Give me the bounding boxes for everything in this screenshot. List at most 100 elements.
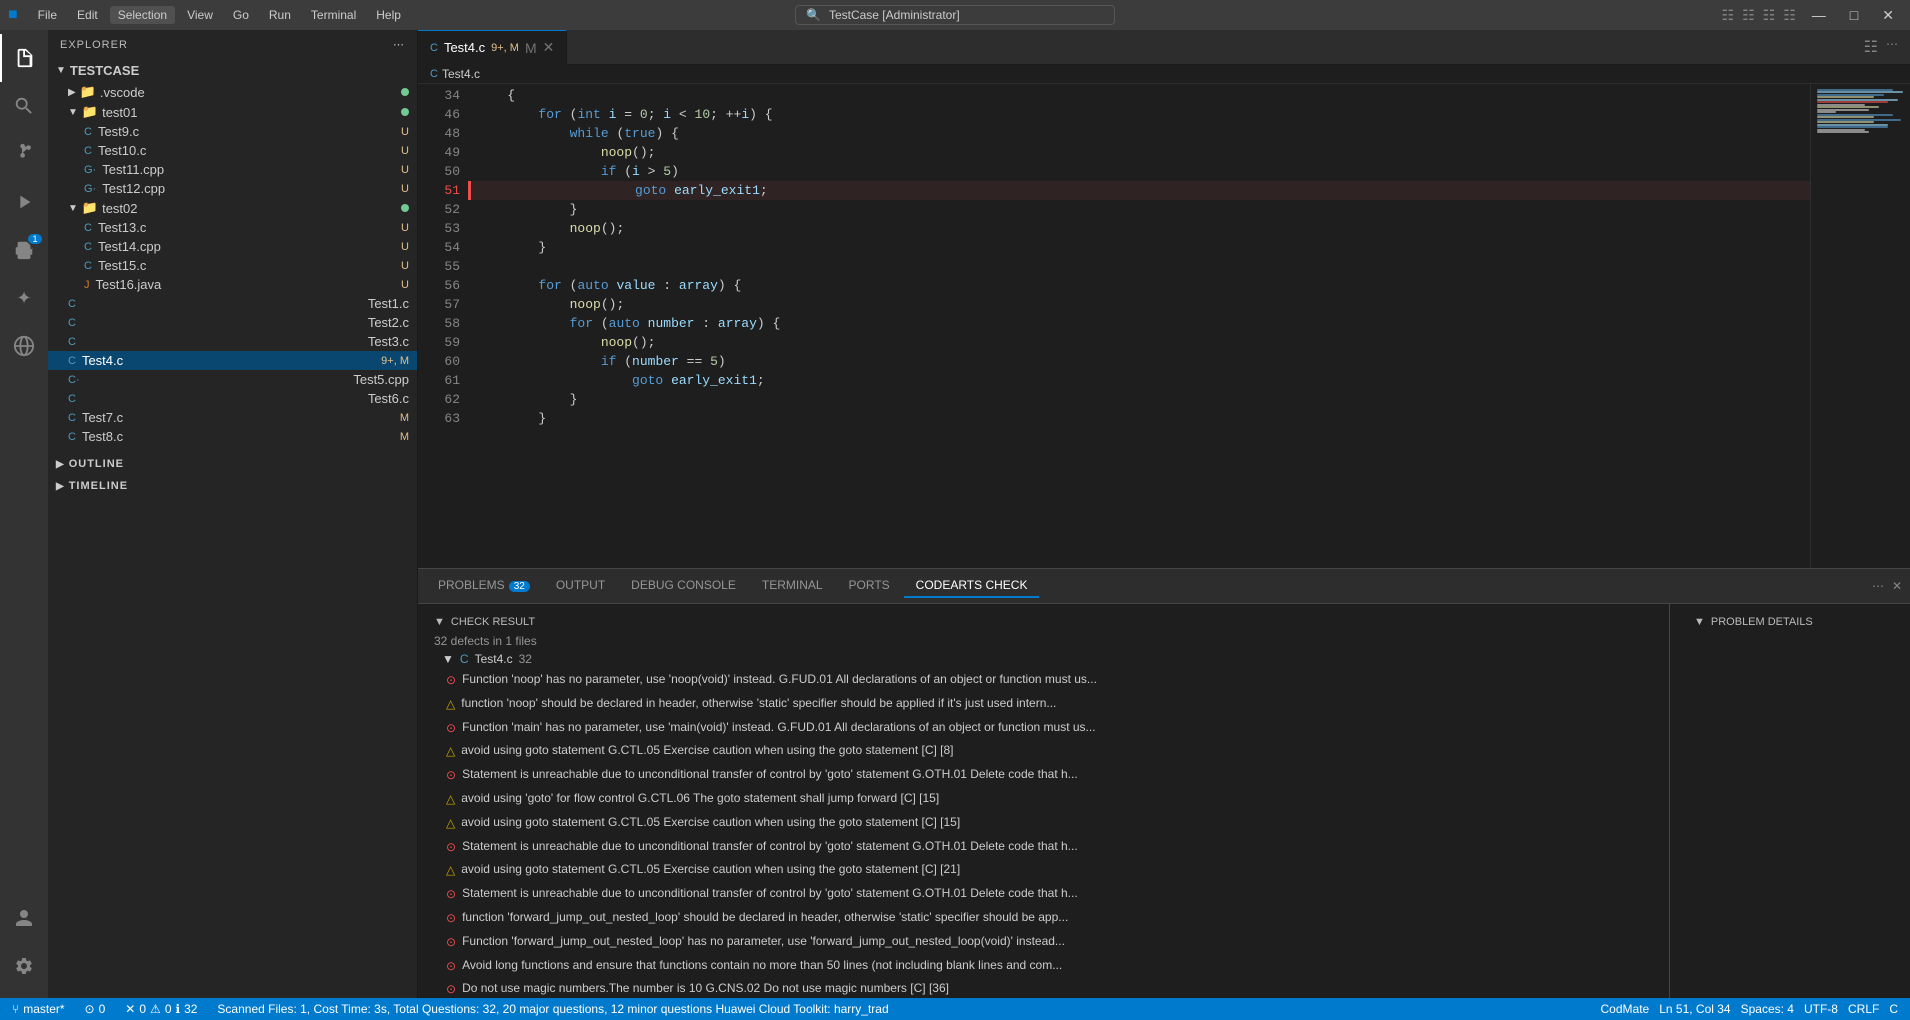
code-editor: 34 46 48 49 50 51 52 53 54 55 56 57 58 5… <box>418 84 1910 568</box>
remote-explorer-icon[interactable] <box>0 322 48 370</box>
sidebar-item-test01[interactable]: ▼ 📁 test01 <box>48 102 417 122</box>
sidebar-item-test4c[interactable]: C Test4.c 9+, M <box>48 351 417 370</box>
sidebar-item-test02[interactable]: ▼ 📁 test02 <box>48 198 417 218</box>
timeline-section[interactable]: ▶ TIMELINE <box>48 476 417 496</box>
sidebar-root-testcase[interactable]: ▼ TESTCASE <box>48 59 417 82</box>
c-file-icon: C <box>430 68 438 80</box>
tab-problems[interactable]: PROBLEMS32 <box>426 574 542 598</box>
problem-item-12[interactable]: ⊙ Function 'forward_jump_out_nested_loop… <box>418 930 1669 954</box>
more-actions-icon[interactable]: ⋯ <box>1886 37 1898 57</box>
tab-close-btn[interactable]: ✕ <box>543 39 555 56</box>
sidebar-item-test8c[interactable]: C Test8.c M <box>48 427 417 446</box>
account-icon[interactable] <box>0 894 48 942</box>
minimize-button[interactable]: — <box>1804 5 1834 25</box>
sidebar-item-test3c[interactable]: C Test3.c <box>48 332 417 351</box>
sidebar-item-test15c[interactable]: C Test15.c U <box>48 256 417 275</box>
statusbar-cursor[interactable]: Ln 51, Col 34 <box>1655 1002 1734 1016</box>
statusbar-encoding[interactable]: UTF-8 <box>1800 1002 1842 1016</box>
sidebar-item-vscode[interactable]: ▶ 📁 .vscode <box>48 82 417 102</box>
menu-go[interactable]: Go <box>225 6 257 24</box>
sidebar-item-test1c[interactable]: C Test1.c <box>48 294 417 313</box>
tab-terminal[interactable]: TERMINAL <box>750 574 835 598</box>
menu-edit[interactable]: Edit <box>69 6 106 24</box>
files-icon[interactable] <box>0 34 48 82</box>
sidebar-item-test9c[interactable]: C Test9.c U <box>48 122 417 141</box>
extensions-icon[interactable]: 1 <box>0 226 48 274</box>
tab-ports[interactable]: PORTS <box>837 574 902 598</box>
code-line-63: } <box>468 409 1810 428</box>
problem-item-13[interactable]: ⊙ Avoid long functions and ensure that f… <box>418 954 1669 978</box>
problem-item-6[interactable]: △ avoid using 'goto' for flow control G.… <box>418 787 1669 811</box>
statusbar-errors[interactable]: ✕ 0 ⚠ 0 ℹ 32 <box>121 1002 201 1016</box>
layout-icon-2[interactable]: ☷ <box>1742 7 1755 24</box>
sidebar-item-test5cpp[interactable]: C· Test5.cpp <box>48 370 417 389</box>
search-text[interactable]: TestCase [Administrator] <box>829 8 960 22</box>
split-editor-icon[interactable]: ☷ <box>1864 37 1878 57</box>
problem-item-2[interactable]: △ function 'noop' should be declared in … <box>418 692 1669 716</box>
sidebar-item-test7c[interactable]: C Test7.c M <box>48 408 417 427</box>
problem-item-7[interactable]: △ avoid using goto statement G.CTL.05 Ex… <box>418 811 1669 835</box>
layout-icon-3[interactable]: ☷ <box>1763 7 1776 24</box>
statusbar-sync[interactable]: ⊙ 0 <box>81 1002 110 1016</box>
statusbar-eol[interactable]: CRLF <box>1844 1002 1883 1016</box>
problem-item-5[interactable]: ⊙ Statement is unreachable due to uncond… <box>418 763 1669 787</box>
code-line-49: noop(); <box>468 143 1810 162</box>
tab-test4c[interactable]: C Test4.c 9+, M M ✕ <box>418 30 567 65</box>
problem-item-14[interactable]: ⊙ Do not use magic numbers.The number is… <box>418 977 1669 998</box>
problem-details-title[interactable]: ▼ PROBLEM DETAILS <box>1678 612 1902 632</box>
menu-selection[interactable]: Selection <box>110 6 175 24</box>
test10c-badge: U <box>401 145 409 157</box>
timeline-label: TIMELINE <box>69 480 128 492</box>
tab-close-icon[interactable]: M <box>525 40 537 56</box>
menu-file[interactable]: File <box>30 6 65 24</box>
settings-icon[interactable] <box>0 942 48 990</box>
sidebar-item-test14cpp[interactable]: C Test14.cpp U <box>48 237 417 256</box>
ai-icon[interactable]: ✦ <box>0 274 48 322</box>
menu-help[interactable]: Help <box>368 6 409 24</box>
tab-codearts-check[interactable]: CODEARTS CHECK <box>904 574 1040 598</box>
problem-item-9[interactable]: △ avoid using goto statement G.CTL.05 Ex… <box>418 858 1669 882</box>
problem-item-8[interactable]: ⊙ Statement is unreachable due to uncond… <box>418 835 1669 859</box>
menu-run[interactable]: Run <box>261 6 299 24</box>
sidebar-item-test13c[interactable]: C Test13.c U <box>48 218 417 237</box>
statusbar-lang[interactable]: C <box>1885 1002 1902 1016</box>
layout-icon-4[interactable]: ☷ <box>1783 7 1796 24</box>
close-button[interactable]: ✕ <box>1874 5 1902 26</box>
sidebar-item-test12cpp[interactable]: G· Test12.cpp U <box>48 179 417 198</box>
chevron-right-icon: ▶ <box>56 459 65 470</box>
problem-item-10[interactable]: ⊙ Statement is unreachable due to uncond… <box>418 882 1669 906</box>
statusbar-spaces[interactable]: Spaces: 4 <box>1737 1002 1798 1016</box>
file-group-test4c[interactable]: ▼ C Test4.c 32 <box>418 650 1669 668</box>
test3c-label: Test3.c <box>368 334 409 349</box>
maximize-button[interactable]: □ <box>1842 5 1866 25</box>
search-icon[interactable] <box>0 82 48 130</box>
sidebar-more-icon[interactable]: ⋯ <box>393 38 405 51</box>
problem-item-11[interactable]: ⊙ function 'forward_jump_out_nested_loop… <box>418 906 1669 930</box>
check-result-title[interactable]: ▼ CHECK RESULT <box>418 612 1669 632</box>
sidebar-item-test10c[interactable]: C Test10.c U <box>48 141 417 160</box>
code-line-46: for (int i = 0; i < 10; ++i) { <box>468 105 1810 124</box>
app-logo-icon: ■ <box>8 6 18 24</box>
menu-view[interactable]: View <box>179 6 221 24</box>
problem-item-3[interactable]: ⊙ Function 'main' has no parameter, use … <box>418 716 1669 740</box>
tab-output[interactable]: OUTPUT <box>544 574 617 598</box>
panel-more-icon[interactable]: ⋯ <box>1872 579 1884 593</box>
code-content[interactable]: { for (int i = 0; i < 10; ++i) { while (… <box>468 84 1810 568</box>
layout-icon-1[interactable]: ☷ <box>1722 7 1735 24</box>
sidebar-item-test11cpp[interactable]: G· Test11.cpp U <box>48 160 417 179</box>
sidebar-item-test2c[interactable]: C Test2.c <box>48 313 417 332</box>
menu-terminal[interactable]: Terminal <box>303 6 364 24</box>
sidebar-item-test6c[interactable]: C Test6.c <box>48 389 417 408</box>
outline-section[interactable]: ▶ OUTLINE <box>48 454 417 474</box>
problem-item-4[interactable]: △ avoid using goto statement G.CTL.05 Ex… <box>418 739 1669 763</box>
panel-close-icon[interactable]: ✕ <box>1892 579 1902 593</box>
editor-area: C Test4.c 9+, M M ✕ ☷ ⋯ C Test4.c 34 46 … <box>418 30 1910 998</box>
sidebar-item-test16java[interactable]: J Test16.java U <box>48 275 417 294</box>
source-control-icon[interactable] <box>0 130 48 178</box>
statusbar-codmate[interactable]: CodMate <box>1597 1002 1654 1016</box>
statusbar-git[interactable]: ⑂ master* <box>8 1002 69 1016</box>
run-debug-icon[interactable] <box>0 178 48 226</box>
test13c-badge: U <box>401 222 409 234</box>
tab-debug-console[interactable]: DEBUG CONSOLE <box>619 574 748 598</box>
problem-item-1[interactable]: ⊙ Function 'noop' has no parameter, use … <box>418 668 1669 692</box>
